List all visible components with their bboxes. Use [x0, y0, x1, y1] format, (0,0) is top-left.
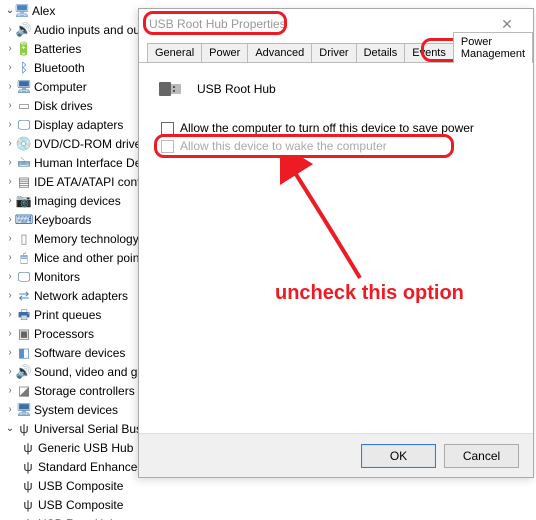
chevron-right-icon: › [4, 290, 16, 302]
usb-device-icon [155, 77, 187, 101]
chevron-right-icon: › [4, 347, 16, 359]
tab-driver[interactable]: Driver [311, 43, 356, 62]
checkbox-label: Allow this device to wake the computer [180, 139, 387, 153]
memory-icon: ▯ [16, 231, 32, 247]
tree-root-label: Alex [32, 2, 55, 20]
properties-dialog: USB Root Hub Properties ✕ General Power … [138, 8, 534, 478]
cancel-button[interactable]: Cancel [444, 444, 519, 468]
checkbox-label: Allow the computer to turn off this devi… [180, 121, 474, 135]
monitor-icon: 🖵 [16, 269, 32, 285]
tree-subitem[interactable]: ψUSB Root Hub [0, 514, 170, 520]
tab-power-management[interactable]: Power Management [453, 32, 533, 63]
dialog-body: USB Root Hub Allow the computer to turn … [139, 63, 533, 433]
device-name-label: USB Root Hub [197, 82, 276, 96]
checkbox-row-wake: Allow this device to wake the computer [161, 139, 517, 153]
software-icon: ◧ [16, 345, 32, 361]
imaging-icon: 📷 [16, 193, 32, 209]
chevron-right-icon: › [4, 138, 16, 150]
chevron-right-icon: › [4, 366, 16, 378]
chevron-right-icon: › [4, 81, 16, 93]
tab-general[interactable]: General [147, 43, 202, 62]
chevron-right-icon: › [4, 24, 16, 36]
chevron-right-icon: › [4, 100, 16, 112]
dvd-icon: 💿 [16, 136, 32, 152]
ide-icon: ▤ [16, 174, 32, 190]
usb-icon: ψ [20, 478, 36, 494]
ok-button[interactable]: OK [361, 444, 436, 468]
computer-icon: 🖥 [14, 3, 30, 19]
battery-icon: 🔋 [16, 41, 32, 57]
display-icon: 🖵 [16, 117, 32, 133]
tab-details[interactable]: Details [356, 43, 406, 62]
chevron-right-icon: › [4, 252, 16, 264]
computer-icon: 🖥 [16, 79, 32, 95]
sound-icon: 🔊 [16, 364, 32, 380]
chevron-right-icon: › [4, 233, 16, 245]
keyboard-icon: ⌨ [16, 212, 32, 228]
tab-events[interactable]: Events [404, 43, 454, 62]
dialog-title: USB Root Hub Properties [149, 17, 286, 31]
processor-icon: ▣ [16, 326, 32, 342]
hid-icon: 🖮 [16, 155, 32, 171]
tree-subitem[interactable]: ψUSB Composite [0, 495, 170, 514]
checkbox-row-turnoff[interactable]: Allow the computer to turn off this devi… [161, 121, 517, 135]
chevron-right-icon: › [4, 43, 16, 55]
checkbox-icon[interactable] [161, 122, 174, 135]
chevron-right-icon: › [4, 404, 16, 416]
usb-icon: ψ [20, 497, 36, 513]
tab-bar: General Power Advanced Driver Details Ev… [139, 39, 533, 63]
chevron-down-icon: ⌄ [4, 423, 16, 435]
chevron-right-icon: › [4, 385, 16, 397]
tab-power[interactable]: Power [201, 43, 248, 62]
chevron-right-icon: › [4, 328, 16, 340]
chevron-right-icon: › [4, 157, 16, 169]
checkbox-icon [161, 140, 174, 153]
printer-icon: 🖶 [16, 307, 32, 323]
chevron-right-icon: › [4, 62, 16, 74]
chevron-right-icon: › [4, 309, 16, 321]
chevron-right-icon: › [4, 119, 16, 131]
chevron-right-icon: › [4, 176, 16, 188]
storage-icon: ◪ [16, 383, 32, 399]
system-icon: 🖥 [16, 402, 32, 418]
dialog-footer: OK Cancel [139, 433, 533, 477]
bluetooth-icon: ᛒ [16, 60, 32, 76]
close-icon: ✕ [501, 16, 513, 33]
tree-subitem[interactable]: ψUSB Composite [0, 476, 170, 495]
usb-icon: ψ [20, 459, 36, 475]
audio-icon: 🔊 [16, 22, 32, 38]
usb-icon: ψ [16, 421, 32, 437]
chevron-right-icon: › [4, 195, 16, 207]
chevron-right-icon: › [4, 271, 16, 283]
usb-icon: ψ [20, 516, 36, 520]
network-icon: ⇄ [16, 288, 32, 304]
disk-icon: ▭ [16, 98, 32, 114]
mouse-icon: 🖱 [16, 250, 32, 266]
usb-icon: ψ [20, 440, 36, 456]
tab-advanced[interactable]: Advanced [247, 43, 312, 62]
